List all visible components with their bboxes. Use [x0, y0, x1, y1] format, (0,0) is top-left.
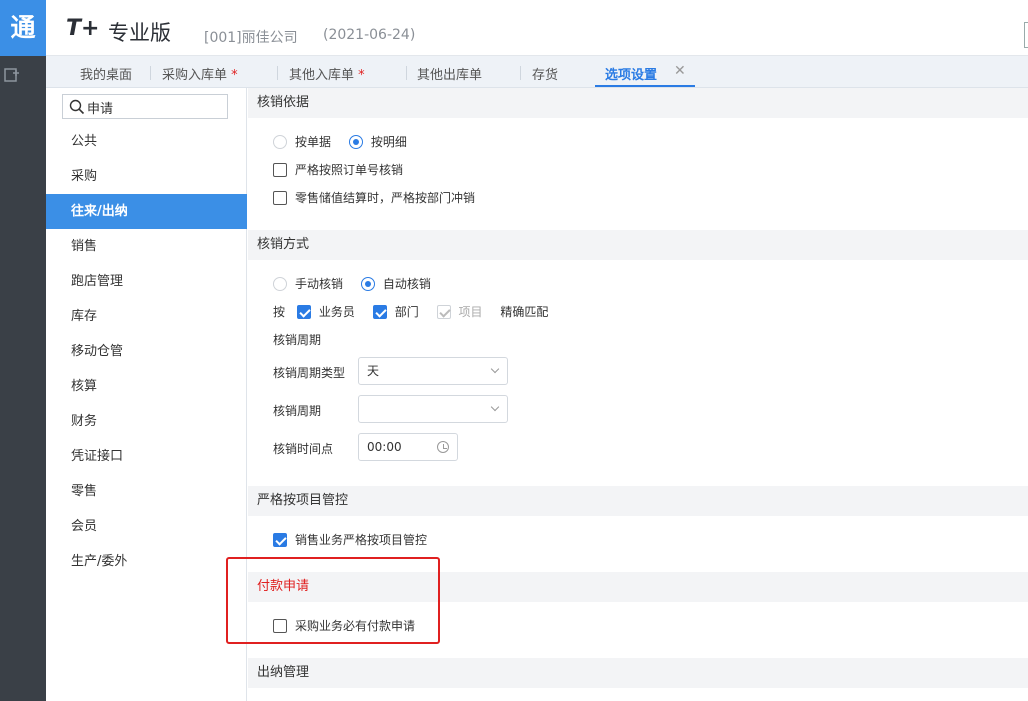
add-window-icon[interactable]: [3, 66, 21, 84]
app-header: T+ 专业版 [001]丽佳公司 (2021-06-24): [46, 0, 1028, 56]
checkbox-checked-icon: [296, 305, 311, 319]
options-sidebar: 公共采购往来/出纳销售跑店管理库存移动仓管核算财务凭证接口零售会员生产/委外: [46, 88, 247, 701]
tab-options[interactable]: 选项设置: [605, 64, 657, 83]
time-point-input[interactable]: 00:00: [358, 433, 458, 461]
checkbox-checked-icon: [372, 305, 387, 319]
section-payment-request-title: 付款申请: [248, 572, 1028, 602]
checkbox-strict-order-no[interactable]: 严格按照订单号核销: [273, 161, 403, 178]
checkbox-purchase-requires-payment-request[interactable]: 采购业务必有付款申请: [273, 617, 415, 634]
checkbox-sales-project-ctrl[interactable]: 销售业务严格按项目管控: [273, 531, 427, 548]
search-icon: [69, 99, 85, 115]
sidebar-item[interactable]: 销售: [46, 229, 247, 264]
section-basis-title: 核销依据: [248, 88, 1028, 118]
checkbox-disabled-icon: [436, 305, 451, 319]
sidebar-item[interactable]: 采购: [46, 159, 247, 194]
options-panel: 核销依据 按单据 按明细 严格按照订单号核销 零售储值结算时，严格按部门冲销 核…: [248, 88, 1028, 701]
active-tab-indicator: [595, 85, 695, 87]
time-point-label: 核销时间点: [273, 442, 334, 456]
tab-my-desktop[interactable]: 我的桌面: [80, 64, 132, 83]
search-input[interactable]: [87, 98, 217, 116]
app-rail: 通: [0, 0, 46, 701]
checkbox-icon: [273, 163, 287, 177]
sidebar-item[interactable]: 跑店管理: [46, 264, 247, 299]
radio-icon: [273, 135, 287, 149]
period-select[interactable]: [358, 395, 508, 423]
sidebar-item[interactable]: 往来/出纳: [46, 194, 247, 229]
radio-by-document[interactable]: 按单据: [273, 135, 345, 149]
section-method-title: 核销方式: [248, 230, 1028, 260]
app-logo[interactable]: 通: [0, 0, 46, 56]
checkbox-department[interactable]: 部门: [372, 305, 433, 319]
section-project-ctrl-title: 严格按项目管控: [248, 486, 1028, 516]
sidebar-item[interactable]: 库存: [46, 299, 247, 334]
tab-bar: 我的桌面 采购入库单 * 其他入库单 * 其他出库单 存货 选项设置 ✕: [46, 56, 1028, 88]
sidebar-item[interactable]: 会员: [46, 509, 247, 544]
tab-other-receipt[interactable]: 其他入库单 *: [289, 64, 365, 83]
checkbox-salesman[interactable]: 业务员: [296, 305, 369, 319]
radio-icon: [273, 277, 287, 291]
brand-logo: T+: [66, 16, 100, 41]
sidebar-item[interactable]: 移动仓管: [46, 334, 247, 369]
chevron-down-icon: [490, 364, 500, 374]
brand-edition: 专业版: [108, 21, 171, 45]
tab-inventory[interactable]: 存货: [532, 64, 558, 83]
checkbox-retail-strict-dept[interactable]: 零售储值结算时，严格按部门冲销: [273, 189, 475, 206]
sidebar-item[interactable]: 凭证接口: [46, 439, 247, 474]
tab-other-issue[interactable]: 其他出库单: [417, 64, 482, 83]
radio-by-detail[interactable]: 按明细: [348, 135, 421, 149]
company-name: [001]丽佳公司: [204, 30, 298, 46]
period-type-select[interactable]: 天: [358, 357, 508, 385]
close-icon[interactable]: ✕: [674, 63, 686, 79]
by-label: 按: [273, 305, 286, 319]
period-label: 核销周期: [273, 404, 322, 418]
section-cashier-title: 出纳管理: [248, 658, 1028, 688]
radio-selected-icon: [348, 135, 363, 149]
sidebar-item[interactable]: 零售: [46, 474, 247, 509]
sidebar-item[interactable]: 核算: [46, 369, 247, 404]
sidebar-item[interactable]: 生产/委外: [46, 544, 247, 579]
checkbox-icon: [273, 191, 287, 205]
period-type-label: 核销周期类型: [273, 366, 346, 380]
checkbox-icon: [273, 619, 287, 633]
radio-auto-writeoff[interactable]: 自动核销: [360, 277, 445, 291]
search-box[interactable]: [62, 94, 228, 119]
sidebar-item[interactable]: 公共: [46, 124, 247, 159]
radio-manual-writeoff[interactable]: 手动核销: [273, 277, 357, 291]
chevron-down-icon: [490, 402, 500, 412]
tab-purchase-receipt[interactable]: 采购入库单 *: [162, 64, 238, 83]
exact-match-label: 精确匹配: [500, 305, 549, 319]
clock-icon[interactable]: [437, 441, 449, 453]
header-edge-control[interactable]: [1024, 22, 1028, 48]
checkbox-project: 项目: [436, 305, 497, 319]
checkbox-checked-icon: [273, 533, 287, 547]
business-date: (2021-06-24): [323, 27, 416, 43]
sidebar-item[interactable]: 财务: [46, 404, 247, 439]
period-heading: 核销周期: [273, 333, 322, 347]
radio-selected-icon: [360, 277, 375, 291]
